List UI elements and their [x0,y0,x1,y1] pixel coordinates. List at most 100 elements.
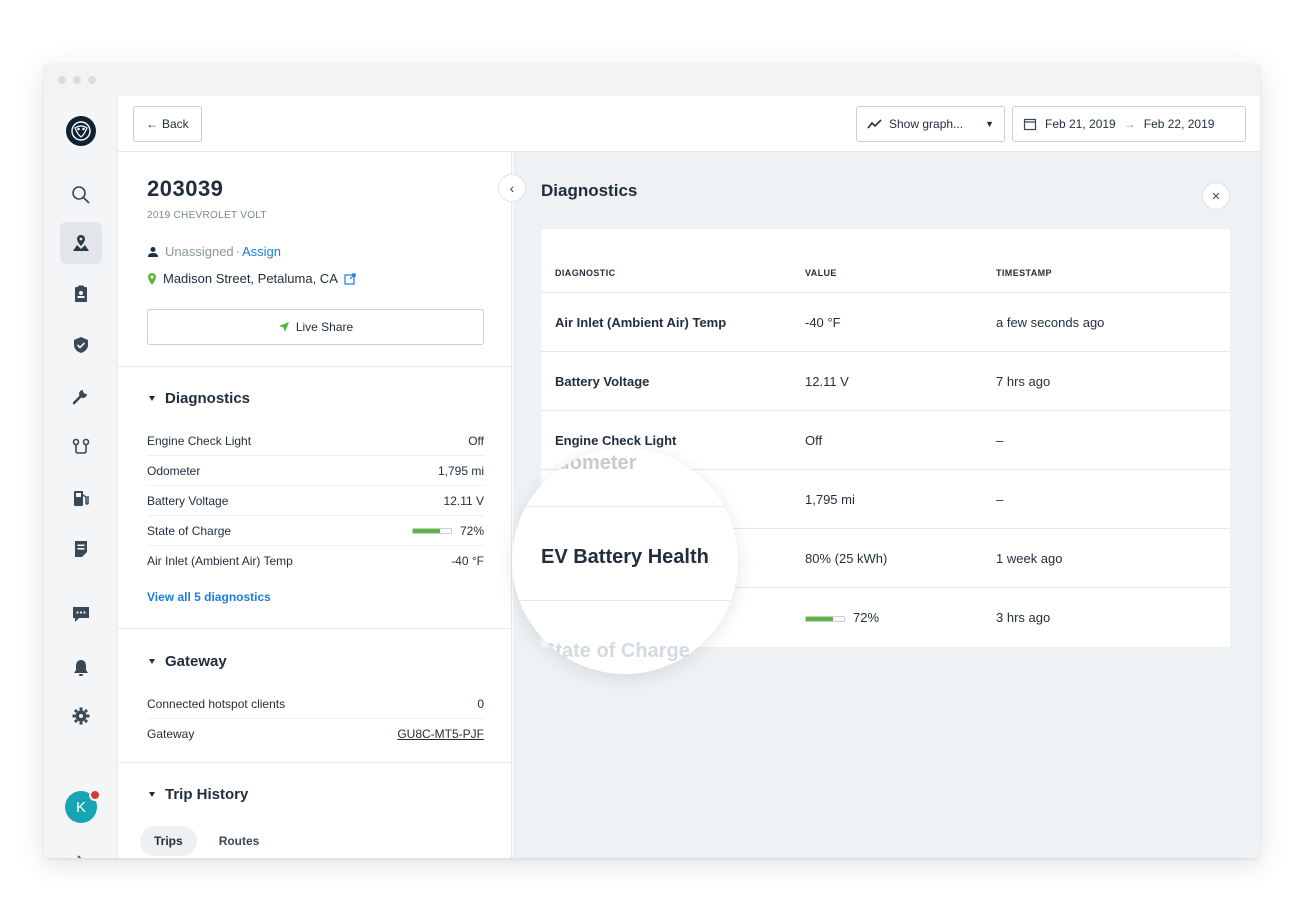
navigation-arrow-icon [278,322,289,332]
clipboard-icon[interactable] [60,273,102,315]
gateway-section-title: Gateway [165,653,227,670]
gateway-label: Gateway [147,727,195,741]
cell-value: 12.11 V [805,373,849,389]
view-all-diagnostics-link[interactable]: View all 5 diagnostics [147,590,271,604]
vehicle-details-panel: 203039 2019 CHEVROLET VOLT Unassigned · … [118,152,512,858]
column-header-value[interactable]: VALUE [805,268,996,278]
line-chart-icon [867,119,882,129]
top-bar: ← Back Show graph... ▼ Feb 21, 2019 → Fe… [118,96,1260,152]
document-icon[interactable] [60,528,102,570]
window-dot-minimize[interactable] [73,76,81,84]
driver-status: Unassigned [165,244,234,259]
cell-timestamp: – [996,491,1004,507]
show-graph-dropdown[interactable]: Show graph... ▼ [856,106,1005,142]
table-row[interactable]: Battery Voltage 12.11 V 7 hrs ago [541,352,1230,411]
cell-timestamp: – [996,432,1004,448]
diagnostics-section-toggle[interactable]: Diagnostics [149,390,250,407]
charge-bar-fill [806,616,834,621]
magnified-row-label: EV Battery Health [541,546,709,568]
gateway-label: Connected hotspot clients [147,696,286,711]
cell-value: Off [805,432,823,448]
diagnostic-label: Battery Voltage [147,493,229,508]
gateway-section-toggle[interactable]: Gateway [149,653,227,670]
gateway-id-link[interactable]: GU8C-MT5-PJF [397,727,484,741]
gateway-row: Connected hotspot clients 0 [147,689,484,719]
charge-percent: 72% [853,610,880,625]
external-link-icon[interactable] [344,272,356,285]
diagnostic-row: Engine Check Light Off [147,426,484,456]
diagnostic-row: Battery Voltage 12.11 V [147,486,484,516]
fuel-icon[interactable] [60,477,102,519]
magnifier-callout: Odometer EV Battery Health State of Char… [512,448,738,674]
chat-icon[interactable] [60,593,102,635]
trip-history-section-toggle[interactable]: Trip History [149,786,248,803]
tab-routes[interactable]: Routes [205,826,274,856]
cell-diagnostic: Engine Check Light [555,432,677,448]
cell-value: 1,795 mi [805,491,855,507]
live-share-button[interactable]: Live Share [147,309,484,345]
search-icon[interactable] [60,174,102,216]
wrench-icon[interactable] [60,375,102,417]
bell-icon[interactable] [60,647,102,689]
charge-percent: 72% [459,523,484,538]
diagnostic-label: Air Inlet (Ambient Air) Temp [147,554,293,568]
arrow-left-icon: ← [146,117,158,131]
cell-value: 80% (25 kWh) [805,550,888,566]
window-dot-close[interactable] [58,76,66,84]
live-share-label: Live Share [295,320,354,334]
gear-icon[interactable] [60,695,102,737]
table-row[interactable]: Air Inlet (Ambient Air) Temp -40 °F a fe… [541,293,1230,352]
close-button[interactable]: × [1202,182,1230,210]
gateway-row: Gateway GU8C-MT5-PJF [147,719,484,749]
gateway-value: 0 [477,696,484,711]
cell-timestamp: 7 hrs ago [996,373,1051,389]
diagnostic-label: Engine Check Light [147,433,252,448]
diagnostics-section-title: Diagnostics [165,390,251,407]
charge-bar [805,615,845,622]
person-icon [148,246,158,257]
divider [118,762,511,763]
tab-trips[interactable]: Trips [140,826,197,856]
diagnostic-label: Odometer [147,463,201,478]
separator: · [235,244,240,259]
cell-timestamp: 3 hrs ago [996,610,1051,625]
back-button[interactable]: ← Back [133,106,202,142]
diagnostic-value: 72% [411,523,484,538]
magnified-ghost-label-top: Odometer [542,452,637,474]
vehicle-model: 2019 CHEVROLET VOLT [147,210,267,221]
sidebar: K [44,96,118,858]
caret-down-icon [149,792,155,797]
avatar[interactable]: K [65,789,101,823]
route-icon[interactable] [60,426,102,468]
cell-timestamp: a few seconds ago [996,314,1105,330]
owl-logo-icon[interactable] [66,116,96,146]
divider [118,366,511,367]
diagnostic-row: Odometer 1,795 mi [147,456,484,486]
magnified-ghost-label-bottom: State of Charge [542,640,690,662]
date-range-picker[interactable]: Feb 21, 2019 → Feb 22, 2019 [1012,106,1246,142]
map-pin-icon[interactable] [60,222,102,264]
collapse-panel-button[interactable]: ‹ [498,174,526,202]
shield-icon[interactable] [60,324,102,366]
caret-down-icon: ▼ [985,119,994,129]
column-header-diagnostic[interactable]: DIAGNOSTIC [541,268,805,278]
cell-timestamp: 1 week ago [996,550,1063,566]
table-header: DIAGNOSTIC VALUE TIMESTAMP [541,229,1230,293]
vehicle-id: 203039 [147,176,224,201]
driver-assignment: Unassigned · Assign [147,244,281,259]
column-header-timestamp[interactable]: TIMESTAMP [996,268,1230,278]
caret-down-icon [149,396,155,401]
diagnostic-value: -40 °F [451,554,484,568]
chevron-left-icon: ‹ [509,180,515,196]
avatar-initial: K [75,798,86,816]
chevron-right-icon[interactable] [60,841,102,858]
window-dot-maximize[interactable] [88,76,96,84]
trip-history-tabs: Trips Routes [140,826,273,856]
close-icon: × [1211,187,1221,205]
back-button-label: Back [162,117,189,131]
calendar-icon [1023,118,1037,131]
assign-link[interactable]: Assign [242,244,281,259]
cell-value: 72% [805,610,996,625]
diagnostic-row: State of Charge 72% [147,516,484,546]
window-titlebar [44,64,1260,96]
